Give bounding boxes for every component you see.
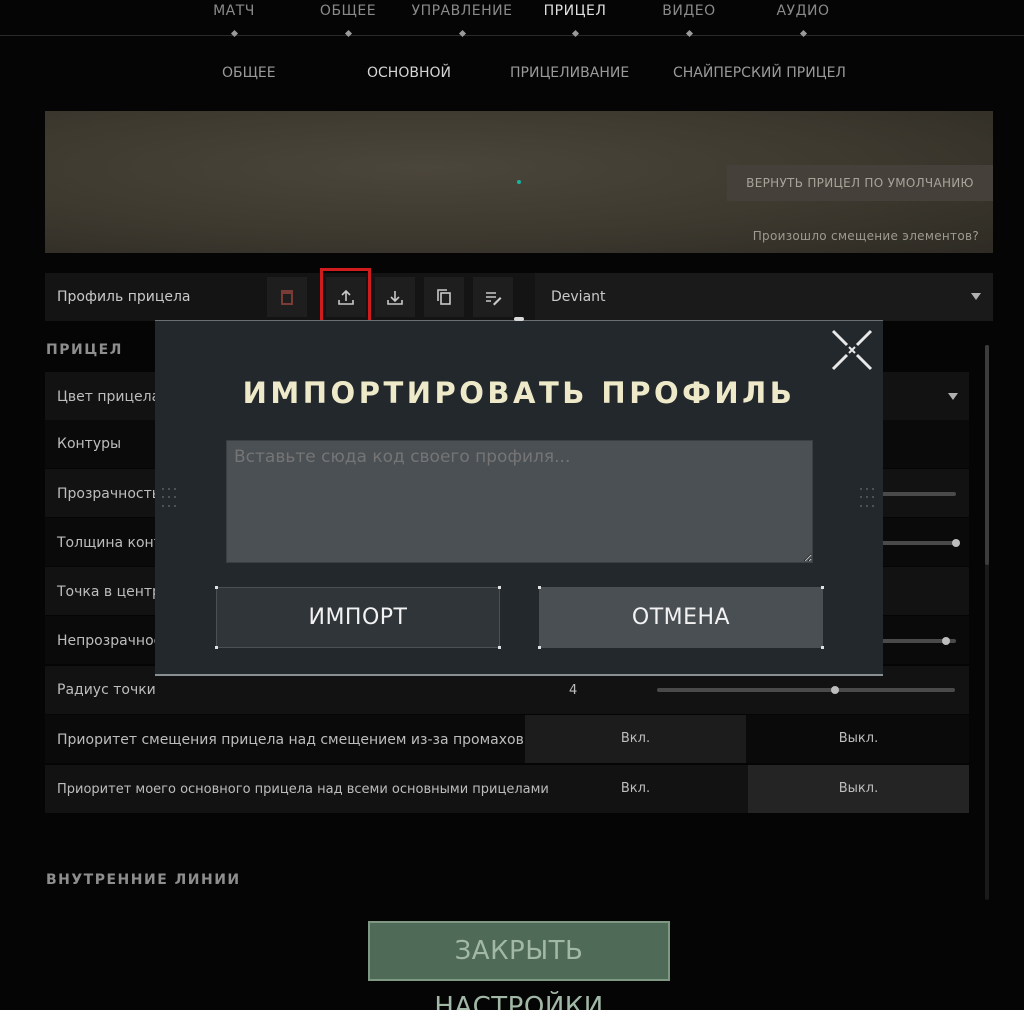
rename-profile-button[interactable] (473, 277, 513, 317)
crosshair-dot-preview (517, 180, 521, 184)
dot-radius-slider[interactable] (657, 688, 955, 692)
button-corner (821, 586, 824, 589)
profile-code-input[interactable] (226, 440, 813, 563)
drag-handle-icon (860, 488, 876, 510)
elements-shifted-link[interactable]: Произошло смещение элементов? (753, 229, 979, 243)
button-corner (215, 586, 218, 589)
profile-label: Профиль прицела (57, 289, 191, 305)
tab-crosshair[interactable]: ПРИЦЕЛ (515, 3, 635, 19)
setting-label-outline-thickness: Толщина конт (57, 535, 162, 551)
copy-icon (437, 289, 451, 305)
tab-match[interactable]: МАТЧ (174, 3, 294, 19)
tab-general[interactable]: ОБЩЕЕ (288, 3, 408, 19)
priority-primary-on-toggle[interactable]: Вкл. (525, 765, 746, 813)
chevron-down-icon (971, 293, 981, 300)
tab-video[interactable]: ВИДЕО (629, 3, 749, 19)
priority-firing-on-toggle[interactable]: Вкл. (525, 715, 746, 763)
priority-primary-off-toggle[interactable]: Выкл. (748, 765, 969, 813)
chevron-down-icon[interactable] (948, 393, 958, 400)
button-corner (215, 646, 218, 649)
setting-label-priority-firing: Приоритет смещения прицела над смещением… (57, 732, 524, 748)
button-corner (538, 586, 541, 589)
tab-marker-icon (571, 29, 580, 38)
import-button[interactable]: ИМПОРТ (216, 587, 500, 648)
setting-label-outlines: Контуры (57, 436, 122, 452)
section-title-inner-lines: ВНУТРЕННИЕ ЛИНИИ (46, 872, 241, 888)
setting-label-center-dot: Точка в центр (57, 584, 161, 600)
drag-handle-icon (162, 488, 178, 510)
setting-label-opacity: Непрозрачнос (57, 633, 162, 649)
rename-icon (486, 292, 502, 306)
close-icon[interactable] (830, 328, 874, 372)
button-corner (498, 586, 501, 589)
export-profile-button[interactable] (375, 277, 415, 317)
tab-controls[interactable]: УПРАВЛЕНИЕ (402, 3, 522, 19)
button-corner (538, 646, 541, 649)
outline-thickness-slider[interactable] (880, 541, 956, 545)
scrollbar-thumb[interactable] (985, 345, 989, 565)
subtab-general[interactable]: ОБЩЕЕ (222, 65, 276, 81)
tab-marker-icon (799, 29, 808, 38)
setting-label-priority-primary: Приоритет моего основного прицела над вс… (57, 782, 549, 797)
button-corner (821, 646, 824, 649)
close-settings-button[interactable]: ЗАКРЫТЬ НАСТРОЙКИ (368, 921, 670, 1010)
delete-icon (281, 290, 293, 305)
cancel-button-label: ОТМЕНА (631, 605, 731, 630)
dot-radius-value[interactable]: 4 (569, 683, 577, 698)
delete-profile-button[interactable] (267, 277, 307, 317)
tab-marker-icon (685, 29, 694, 38)
export-icon (387, 291, 403, 305)
subtab-primary[interactable]: ОСНОВНОЙ (367, 65, 451, 81)
setting-label-color: Цвет прицела (57, 389, 161, 405)
modal-notch (514, 317, 524, 321)
import-button-label: ИМПОРТ (308, 605, 408, 630)
slider-knob[interactable] (831, 686, 839, 694)
tab-marker-icon (230, 29, 239, 38)
tab-marker-icon (344, 29, 353, 38)
slider-knob[interactable] (952, 539, 960, 547)
slider-knob[interactable] (942, 637, 950, 645)
transparency-slider[interactable] (880, 492, 956, 496)
subtab-sniper[interactable]: СНАЙПЕРСКИЙ ПРИЦЕЛ (673, 65, 846, 81)
tab-marker-icon (458, 29, 467, 38)
setting-label-transparency: Прозрачность (57, 486, 160, 502)
setting-label-dot-radius: Радиус точки (57, 682, 156, 698)
tab-audio[interactable]: АУДИО (743, 3, 863, 19)
profile-selected-value: Deviant (551, 289, 606, 305)
reset-crosshair-button[interactable]: ВЕРНУТЬ ПРИЦЕЛ ПО УМОЛЧАНИЮ (727, 165, 993, 201)
top-nav: МАТЧ ОБЩЕЕ УПРАВЛЕНИЕ ПРИЦЕЛ ВИДЕО АУДИО (0, 0, 1024, 38)
section-title-crosshair: ПРИЦЕЛ (46, 342, 123, 358)
priority-firing-off-toggle[interactable]: Выкл. (748, 715, 969, 763)
copy-profile-button[interactable] (424, 277, 464, 317)
button-corner (498, 646, 501, 649)
cancel-button[interactable]: ОТМЕНА (539, 587, 823, 648)
subtab-aiming[interactable]: ПРИЦЕЛИВАНИЕ (510, 65, 629, 81)
modal-title: ИМПОРТИРОВАТЬ ПРОФИЛЬ (242, 376, 796, 410)
